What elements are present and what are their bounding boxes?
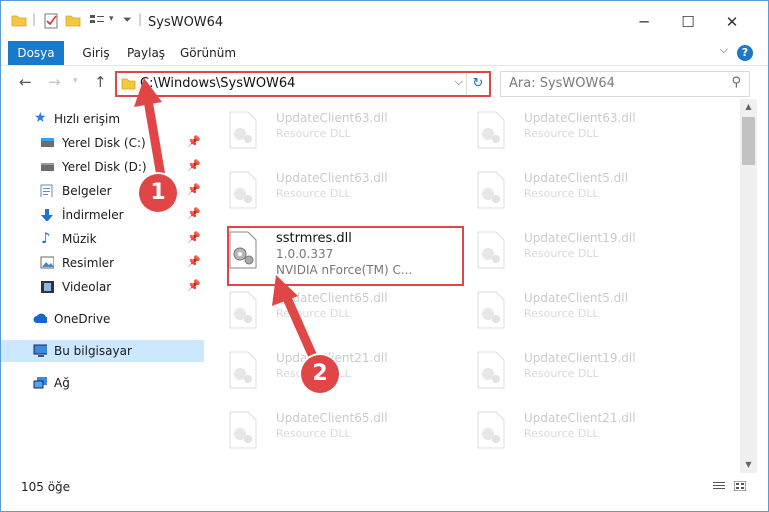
dll-file-icon <box>229 291 257 329</box>
drive-icon <box>41 138 54 147</box>
sidebar-item-videos[interactable]: Videolar 📌 <box>1 276 204 298</box>
list-item[interactable]: UpdateClient21.dll Resource DLL <box>452 405 692 457</box>
expand-ribbon-icon[interactable]: ⌵ <box>720 43 728 57</box>
computer-icon <box>33 344 47 357</box>
view-options-icon[interactable] <box>89 13 105 27</box>
pin-icon[interactable]: 📌 <box>187 159 201 172</box>
details-view-icon[interactable] <box>713 481 725 491</box>
pin-icon[interactable]: 📌 <box>187 135 201 148</box>
customize-toolbar-icon[interactable]: ⏷ <box>123 13 132 27</box>
minimize-button[interactable]: ─ <box>629 10 659 34</box>
new-folder-icon[interactable] <box>65 13 81 27</box>
list-item[interactable]: UpdateClient65.dll Resource DLL <box>204 285 444 337</box>
sidebar-item-onedrive[interactable]: OneDrive <box>1 308 204 330</box>
list-item[interactable]: UpdateClient65.dll Resource DLL <box>204 405 444 457</box>
pin-icon[interactable]: 📌 <box>187 279 201 292</box>
ribbon-tabs: Dosya Giriş Paylaş Görünüm ⌵ ? <box>1 41 768 65</box>
chevron-down-icon[interactable]: ▾ <box>109 14 114 24</box>
sidebar-item-network[interactable]: Ağ <box>1 372 204 394</box>
list-item[interactable]: UpdateClient5.dll Resource DLL <box>452 285 692 337</box>
tab-view[interactable]: Görünüm <box>177 41 239 65</box>
cloud-icon <box>33 313 47 323</box>
list-item[interactable]: UpdateClient19.dll Resource DLL <box>452 345 692 397</box>
close-button[interactable]: ✕ <box>717 10 747 34</box>
dll-file-icon <box>477 291 505 329</box>
pin-icon[interactable]: 📌 <box>187 231 201 244</box>
back-icon[interactable]: ← <box>19 73 32 91</box>
separator: | <box>32 12 37 26</box>
sidebar-item-downloads[interactable]: İndirmeler 📌 <box>1 204 204 226</box>
list-item[interactable]: UpdateClient5.dll Resource DLL <box>452 165 692 217</box>
search-input[interactable]: Ara: SysWOW64 ⚲ <box>500 71 750 97</box>
recent-locations-icon[interactable]: ▾ <box>73 76 78 86</box>
item-count: 105 öğe <box>21 480 71 494</box>
status-bar: 105 öğe <box>1 475 768 497</box>
maximize-button[interactable]: ☐ <box>673 10 703 34</box>
scroll-down-icon[interactable]: ▼ <box>740 457 757 473</box>
dll-file-icon <box>229 171 257 209</box>
title-bar: | ▾ ⏷ | SysWOW64 ─ ☐ ✕ <box>1 1 768 41</box>
list-item[interactable]: UpdateClient63.dll Resource DLL <box>452 105 692 157</box>
list-item[interactable]: UpdateClient19.dll Resource DLL <box>452 225 692 277</box>
dll-file-icon <box>229 351 257 389</box>
sidebar-item-this-pc[interactable]: Bu bilgisayar <box>1 340 204 362</box>
dll-file-icon <box>477 411 505 449</box>
chevron-down-icon[interactable]: ⌵ <box>455 75 463 89</box>
search-placeholder: Ara: SysWOW64 <box>509 76 615 91</box>
dll-file-icon <box>229 411 257 449</box>
sidebar-item-local-disk-d[interactable]: Yerel Disk (D:) 📌 <box>1 156 204 178</box>
dll-file-icon <box>477 231 505 269</box>
sidebar-item-local-disk-c[interactable]: Yerel Disk (C:) 📌 <box>1 132 204 154</box>
sidebar-item-music[interactable]: ♪ Müzik 📌 <box>1 228 204 250</box>
download-icon <box>41 209 53 221</box>
folder-icon <box>11 15 27 27</box>
network-icon <box>33 377 47 389</box>
up-icon[interactable]: ↑ <box>94 73 107 91</box>
vertical-scrollbar[interactable]: ▲ ▼ <box>740 99 757 473</box>
highlight-box <box>227 226 464 286</box>
list-item[interactable]: UpdateClient63.dll Resource DLL <box>204 105 444 157</box>
music-icon: ♪ <box>41 229 51 247</box>
document-icon <box>40 184 53 197</box>
window-title: SysWOW64 <box>148 15 224 30</box>
dll-file-icon <box>477 171 505 209</box>
help-button[interactable]: ? <box>737 45 753 61</box>
step-2-badge: 2 <box>301 355 339 393</box>
pin-icon[interactable]: 📌 <box>187 255 201 268</box>
sidebar-item-quick-access[interactable]: ★ Hızlı erişim <box>1 108 204 130</box>
scroll-thumb[interactable] <box>742 117 755 165</box>
scroll-up-icon[interactable]: ▲ <box>740 99 757 115</box>
navigation-bar: ← → ▾ ↑ C:\Windows\SysWOW64 ⌵ ↻ Ara: Sys… <box>1 65 768 100</box>
pin-icon[interactable]: 📌 <box>187 207 201 220</box>
tab-share[interactable]: Paylaş <box>121 41 171 65</box>
navigation-pane: ★ Hızlı erişim Yerel Disk (C:) 📌 Yerel D… <box>1 99 204 473</box>
step-1-badge: 1 <box>139 174 177 212</box>
picture-icon <box>40 256 54 269</box>
star-icon: ★ <box>34 110 47 126</box>
tab-home[interactable]: Giriş <box>71 41 121 65</box>
refresh-icon[interactable]: ↻ <box>466 73 489 95</box>
tab-file[interactable]: Dosya <box>8 41 64 65</box>
separator: | <box>138 12 143 26</box>
video-icon <box>41 281 54 293</box>
sidebar-item-pictures[interactable]: Resimler 📌 <box>1 252 204 274</box>
search-icon: ⚲ <box>731 75 741 90</box>
large-icons-view-icon[interactable] <box>734 481 746 491</box>
dll-file-icon <box>477 351 505 389</box>
folder-icon <box>121 78 136 90</box>
forward-icon[interactable]: → <box>48 73 61 91</box>
dll-file-icon <box>477 111 505 149</box>
address-path: C:\Windows\SysWOW64 <box>140 76 296 91</box>
dll-file-icon <box>229 111 257 149</box>
address-bar[interactable]: C:\Windows\SysWOW64 ⌵ ↻ <box>115 71 491 97</box>
list-item[interactable]: UpdateClient63.dll Resource DLL <box>204 165 444 217</box>
properties-icon[interactable] <box>43 13 59 29</box>
drive-icon <box>41 163 54 171</box>
pin-icon[interactable]: 📌 <box>187 183 201 196</box>
file-list: UpdateClient63.dll Resource DLL UpdateCl… <box>204 99 740 473</box>
